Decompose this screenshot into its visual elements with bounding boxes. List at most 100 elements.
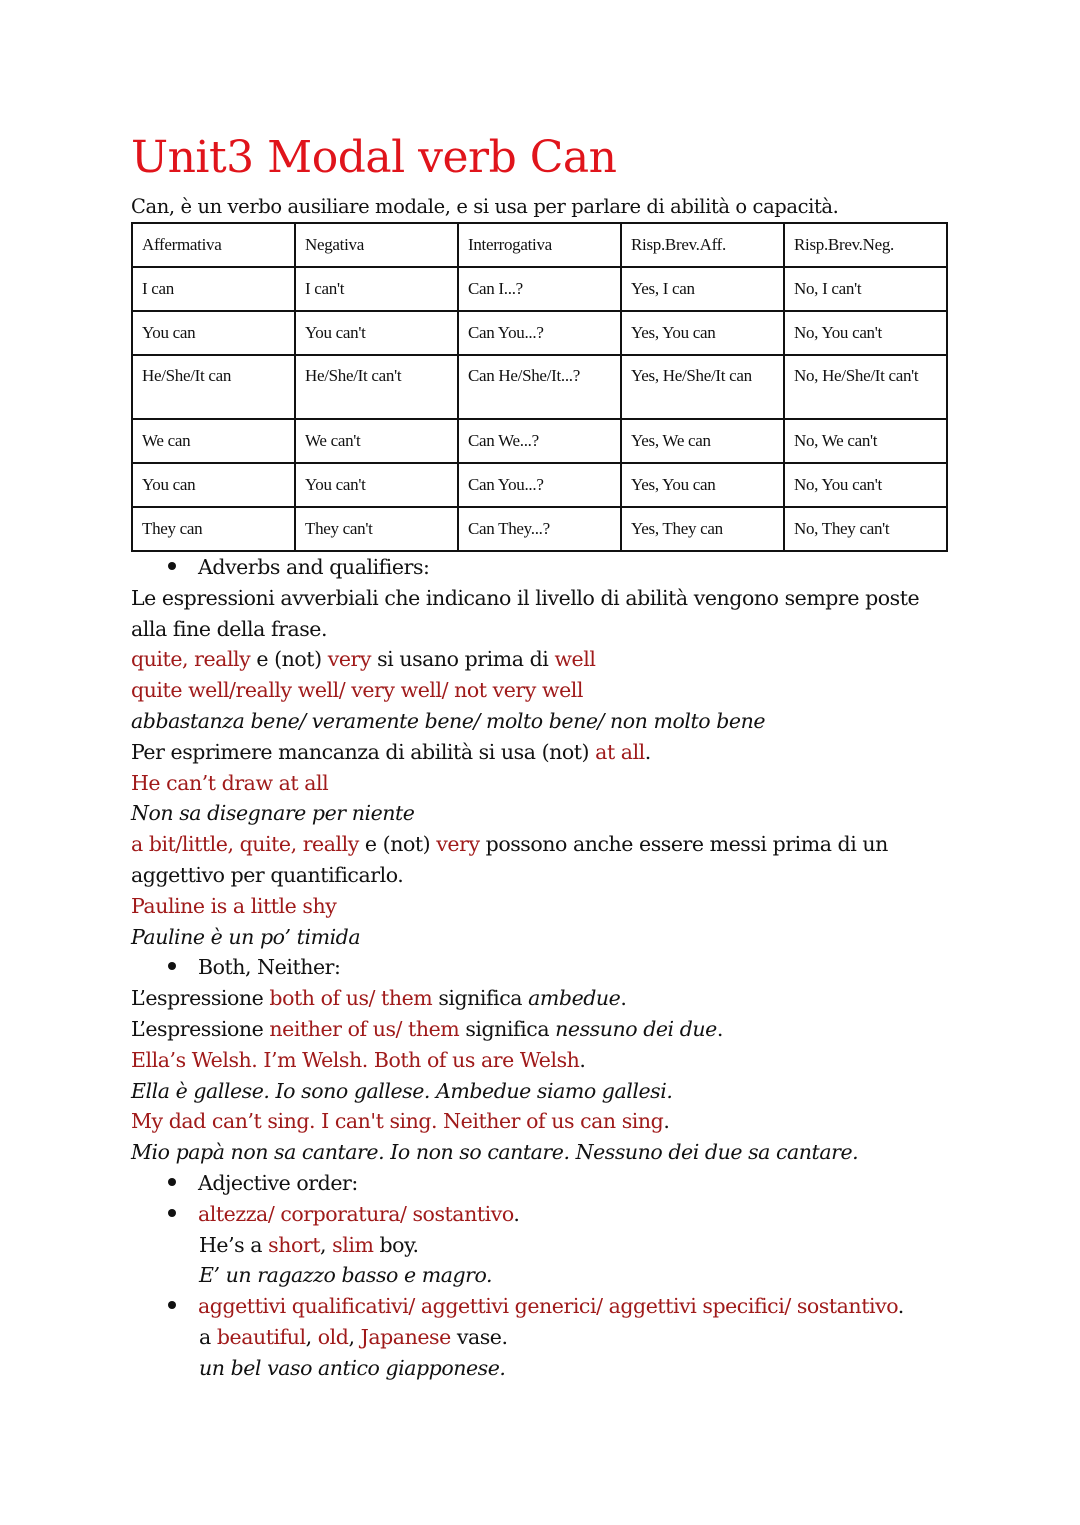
plain-text: . [897, 1294, 905, 1319]
table-cell: No, We can't [783, 418, 948, 464]
highlight-text: very [327, 647, 372, 672]
table-cell: No, He/She/It can't [783, 354, 948, 420]
table-cell: No, They can't [783, 506, 948, 552]
bullet-icon [168, 1301, 176, 1310]
at-all-translation: Non sa disegnare per niente [131, 801, 415, 826]
italic-text: ambedue [528, 986, 621, 1011]
table-cell: Yes, You can [620, 462, 785, 508]
plain-text: . [644, 739, 652, 764]
adverbs-rule-line: quite, really e (not) very si usano prim… [131, 644, 961, 675]
plain-text: e (not) [250, 647, 328, 672]
plain-text: , [305, 1324, 318, 1349]
table-cell: Yes, I can [620, 266, 785, 312]
highlight-text: very [436, 832, 480, 857]
table-cell: Can We...? [457, 418, 622, 464]
table-cell: Can He/She/It...? [457, 354, 622, 420]
table-cell: Can I...? [457, 266, 622, 312]
highlight-text: old [317, 1324, 349, 1349]
table-cell: Can You...? [457, 310, 622, 356]
highlight-text: slim [332, 1232, 374, 1257]
qualifier-example: Pauline is a little shy [131, 893, 337, 918]
highlight-text: well [554, 647, 596, 672]
table-row: We can We can't Can We...? Yes, We can N… [131, 418, 948, 464]
table-cell: You can't [294, 462, 459, 508]
table-header-row: Affermativa Negativa Interrogativa Risp.… [131, 222, 948, 268]
adjective-rule-2: aggettivi qualificativi/ aggettivi gener… [131, 1291, 961, 1322]
at-all-rule: Per esprimere mancanza di abilità si usa… [131, 737, 961, 768]
plain-text: , [348, 1324, 361, 1349]
qualifier-rule: a bit/little, quite, really e (not) very… [131, 829, 951, 891]
adjective-example-1: He’s a short, slim boy. [131, 1230, 961, 1261]
plain-text: He’s a [199, 1232, 269, 1257]
bullet-icon [168, 1177, 176, 1186]
highlight-text: altezza/ corporatura/ sostantivo [198, 1201, 514, 1226]
adjective-rule-1: altezza/ corporatura/ sostantivo. [131, 1199, 961, 1230]
highlight-text: quite, really [131, 647, 251, 672]
conjugation-table: Affermativa Negativa Interrogativa Risp.… [131, 222, 948, 552]
adjective-translation-2: un bel vaso antico giapponese. [199, 1355, 506, 1380]
table-cell: Yes, They can [620, 506, 785, 552]
highlight-text: at all [595, 739, 645, 764]
neither-rule: L’espressione neither of us/ them signif… [131, 1014, 961, 1045]
plain-text: . [513, 1201, 520, 1226]
adverbs-examples: quite well/really well/ very well/ not v… [131, 678, 583, 703]
table-cell: No, I can't [783, 266, 948, 312]
table-header-cell: Interrogativa [457, 222, 622, 268]
section-heading-adjective-order: Adjective order: [131, 1168, 961, 1199]
plain-text: vase. [450, 1324, 508, 1349]
adverbs-paragraph: Le espressioni avverbiali che indicano i… [131, 585, 920, 641]
plain-text: . [620, 986, 627, 1011]
table-cell: Can You...? [457, 462, 622, 508]
page-title: Unit3 Modal verb Can [131, 132, 617, 183]
table-header-cell: Negativa [294, 222, 459, 268]
bullet-icon [168, 1208, 176, 1217]
table-cell: I can't [294, 266, 459, 312]
table-cell: You can't [294, 310, 459, 356]
table-cell: Yes, We can [620, 418, 785, 464]
bullet-icon [168, 962, 176, 971]
table-cell: He/She/It can [131, 354, 296, 420]
plain-text: significa [459, 1016, 556, 1041]
plain-text: L’espressione [131, 986, 270, 1011]
plain-text: e (not) [358, 832, 437, 857]
table-cell: No, You can't [783, 310, 948, 356]
table-header-cell: Risp.Brev.Aff. [620, 222, 785, 268]
plain-text: boy. [373, 1232, 419, 1257]
notes-body: Adverbs and qualifiers: Le espressioni a… [131, 552, 961, 1384]
plain-text: significa [432, 986, 529, 1011]
table-cell: Can They...? [457, 506, 622, 552]
table-cell: You can [131, 462, 296, 508]
highlight-text: Ella’s Welsh. I’m Welsh. Both of us are … [131, 1047, 580, 1072]
plain-text: si usano prima di [371, 647, 555, 672]
table-cell: They can [131, 506, 296, 552]
table-header-cell: Risp.Brev.Neg. [783, 222, 948, 268]
plain-text: . [579, 1047, 586, 1072]
plain-text: Per esprimere mancanza di abilità si usa… [131, 739, 596, 764]
table-cell: No, You can't [783, 462, 948, 508]
highlight-text: a bit/little, quite, really [131, 832, 359, 857]
highlight-text: My dad can’t sing. I can't sing. Neither… [131, 1109, 664, 1134]
highlight-text: aggettivi qualificativi/ aggettivi gener… [198, 1294, 898, 1319]
neither-translation: Mio papà non sa cantare. Io non so canta… [131, 1140, 859, 1165]
table-cell: You can [131, 310, 296, 356]
both-example: Ella’s Welsh. I’m Welsh. Both of us are … [131, 1045, 961, 1076]
qualifier-translation: Pauline è un po’ timida [131, 924, 361, 949]
table-row: You can You can't Can You...? Yes, You c… [131, 310, 948, 356]
highlight-text: Japanese [360, 1324, 452, 1349]
table-cell: He/She/It can't [294, 354, 459, 420]
section-heading-adverbs: Adverbs and qualifiers: [131, 552, 961, 583]
intro-text: Can, è un verbo ausiliare modale, e si u… [131, 195, 839, 218]
table-cell: Yes, He/She/It can [620, 354, 785, 420]
highlight-text: beautiful [216, 1324, 306, 1349]
table-row: I can I can't Can I...? Yes, I can No, I… [131, 266, 948, 312]
table-row: He/She/It can He/She/It can't Can He/She… [131, 354, 948, 420]
highlight-text: both of us/ them [269, 986, 433, 1011]
table-row: They can They can't Can They...? Yes, Th… [131, 506, 948, 552]
neither-example: My dad can’t sing. I can't sing. Neither… [131, 1106, 961, 1137]
plain-text: a [199, 1324, 217, 1349]
adjective-translation-1: E’ un ragazzo basso e magro. [199, 1263, 493, 1288]
plain-text: , [320, 1232, 333, 1257]
table-cell: Yes, You can [620, 310, 785, 356]
heading-text: Adverbs and qualifiers: [198, 555, 430, 579]
plain-text: L’espressione [131, 1016, 270, 1041]
